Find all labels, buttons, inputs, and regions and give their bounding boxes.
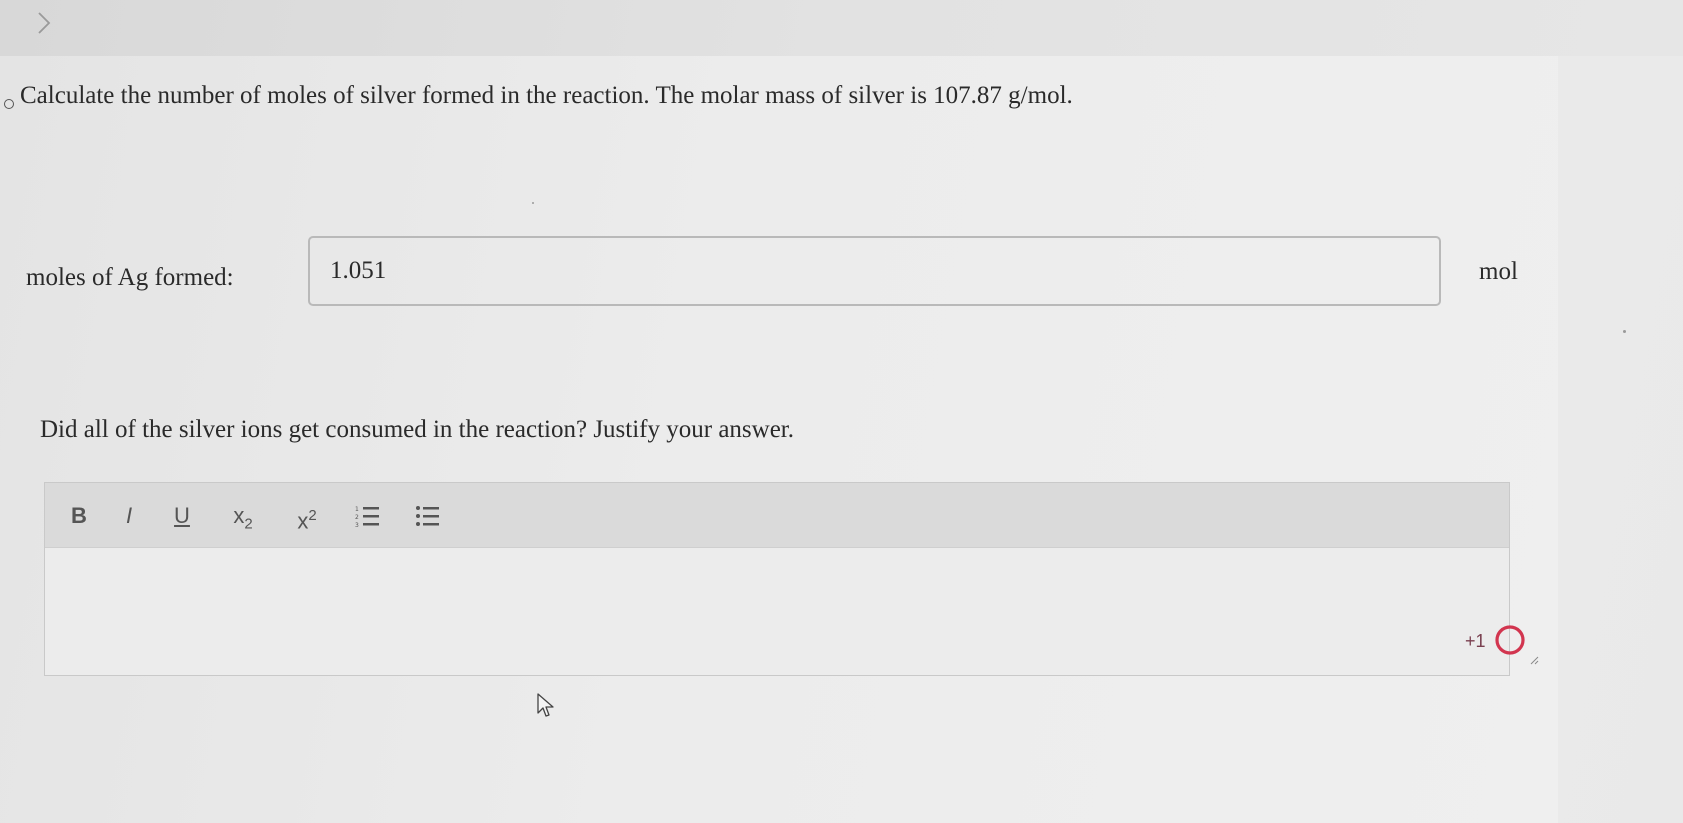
rich-text-editor: B I U x2 x2 1 2 3 +1 bbox=[44, 482, 1539, 676]
unit-label: mol bbox=[1479, 258, 1518, 285]
question-text: Calculate the number of moles of silver … bbox=[20, 82, 1073, 109]
underline-button[interactable]: U bbox=[170, 501, 194, 531]
moles-answer-input[interactable] bbox=[308, 236, 1441, 306]
subscript-button[interactable]: x2 bbox=[225, 501, 261, 533]
unordered-list-button[interactable] bbox=[413, 501, 443, 531]
svg-text:2: 2 bbox=[355, 514, 359, 521]
justify-question-text: Did all of the silver ions get consumed … bbox=[40, 416, 794, 443]
superscript-button[interactable]: x2 bbox=[289, 501, 325, 534]
bold-button[interactable]: B bbox=[67, 501, 91, 531]
chevron-right-icon[interactable] bbox=[34, 8, 54, 38]
editor-text-area[interactable] bbox=[45, 548, 1509, 675]
subscript-mark: 2 bbox=[244, 515, 253, 533]
svg-text:3: 3 bbox=[355, 522, 359, 528]
answer-label: moles of Ag formed: bbox=[26, 264, 234, 291]
ordered-list-button[interactable]: 1 2 3 bbox=[353, 501, 383, 531]
resize-handle-icon[interactable] bbox=[1529, 655, 1539, 665]
superscript-mark: 2 bbox=[308, 507, 317, 524]
screen-speck bbox=[532, 202, 534, 204]
grammarly-ring-icon[interactable] bbox=[1493, 623, 1527, 657]
screen-speck bbox=[1623, 330, 1626, 333]
unordered-list-icon bbox=[416, 506, 439, 526]
top-bar bbox=[0, 0, 1683, 56]
svg-text:1: 1 bbox=[355, 506, 359, 513]
superscript-base: x bbox=[297, 508, 309, 534]
ordered-list-icon: 1 2 3 bbox=[355, 506, 379, 529]
editor-toolbar: B I U x2 x2 1 2 3 bbox=[45, 483, 1509, 548]
mouse-pointer-icon bbox=[537, 693, 554, 717]
question-marker-icon bbox=[4, 99, 14, 109]
subscript-base: x bbox=[233, 503, 245, 528]
grammar-count-badge[interactable]: +1 bbox=[1465, 631, 1486, 652]
italic-button[interactable]: I bbox=[119, 501, 139, 531]
